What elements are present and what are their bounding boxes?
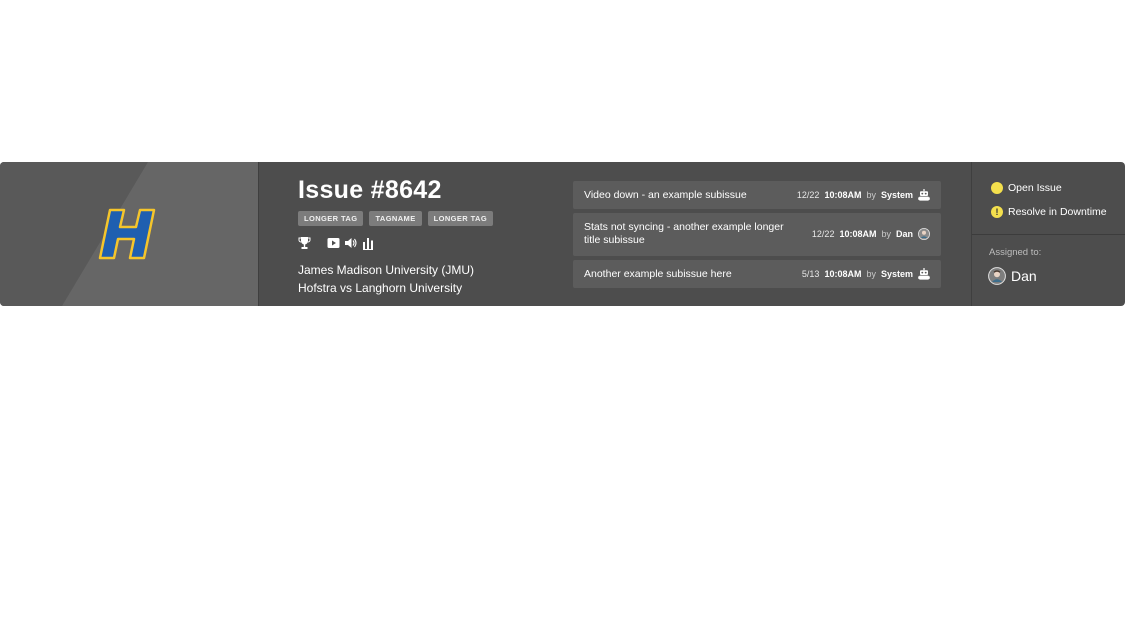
subissue-row[interactable]: Video down - an example subissue 12/22 1… [573,181,941,209]
open-issue-label: Open Issue [1008,182,1062,194]
subissue-meta: 5/13 10:08AM by System [802,268,930,280]
issue-title: Issue #8642 [298,176,442,204]
assigned-to-label: Assigned to: [989,247,1042,258]
subissue-author: System [880,190,913,200]
stats-icon [363,238,373,250]
subissue-date: 12/22 [811,229,835,239]
subissue-meta: 12/22 10:08AM by System [797,189,930,201]
subissue-meta: 12/22 10:08AM by Dan [812,228,930,240]
robot-icon [918,189,930,201]
tag[interactable]: LONGER TAG [298,211,364,226]
resolve-downtime-label: Resolve in Downtime [1008,206,1107,218]
resolve-downtime-button[interactable]: ! Resolve in Downtime [991,206,1107,218]
subissue-row[interactable]: Another example subissue here 5/13 10:08… [573,260,941,288]
subissue-date: 12/22 [796,190,820,200]
subissue-date: 5/13 [801,269,820,279]
robot-icon [918,268,930,280]
hofstra-logo [98,208,156,260]
subissue-time: 10:08AM [839,229,877,239]
subissue-by-label: by [866,269,876,279]
tag[interactable]: TAGNAME [369,211,422,226]
tag[interactable]: LONGER TAG [427,211,494,226]
assignee[interactable]: Dan [988,267,1037,285]
status-dot-icon [991,182,1003,194]
issue-card: Issue #8642 LONGER TAG TAGNAME LONGER TA… [0,162,1125,306]
volume-icon [345,238,357,248]
assignment-divider [972,234,1125,235]
video-icon [327,238,340,248]
logo-divider [258,162,259,306]
subissue-author: System [880,269,913,279]
avatar [988,267,1006,285]
warning-icon: ! [991,206,1003,218]
subissue-title: Another example subissue here [584,268,732,280]
subissue-by-label: by [881,229,891,239]
subissue-title: Stats not syncing - another example long… [584,221,784,246]
assignee-name: Dan [1011,268,1037,284]
matchup-name: Hofstra vs Langhorn University [298,281,463,295]
subissue-title: Video down - an example subissue [584,189,747,201]
subissue-row[interactable]: Stats not syncing - another example long… [573,213,941,256]
trophy-icon [298,237,311,249]
team-logo-panel [0,162,258,306]
subissue-author: Dan [895,229,913,239]
subissue-time: 10:08AM [824,269,862,279]
open-issue-button[interactable]: Open Issue [991,182,1062,194]
team-name-primary: James Madison University (JMU) [298,263,475,277]
status-actions: Open Issue ! Resolve in Downtime [972,162,1125,234]
subissue-time: 10:08AM [824,190,862,200]
subissue-by-label: by [866,190,876,200]
tag-list: LONGER TAG TAGNAME LONGER TAG [298,211,494,226]
avatar-icon [918,228,930,240]
